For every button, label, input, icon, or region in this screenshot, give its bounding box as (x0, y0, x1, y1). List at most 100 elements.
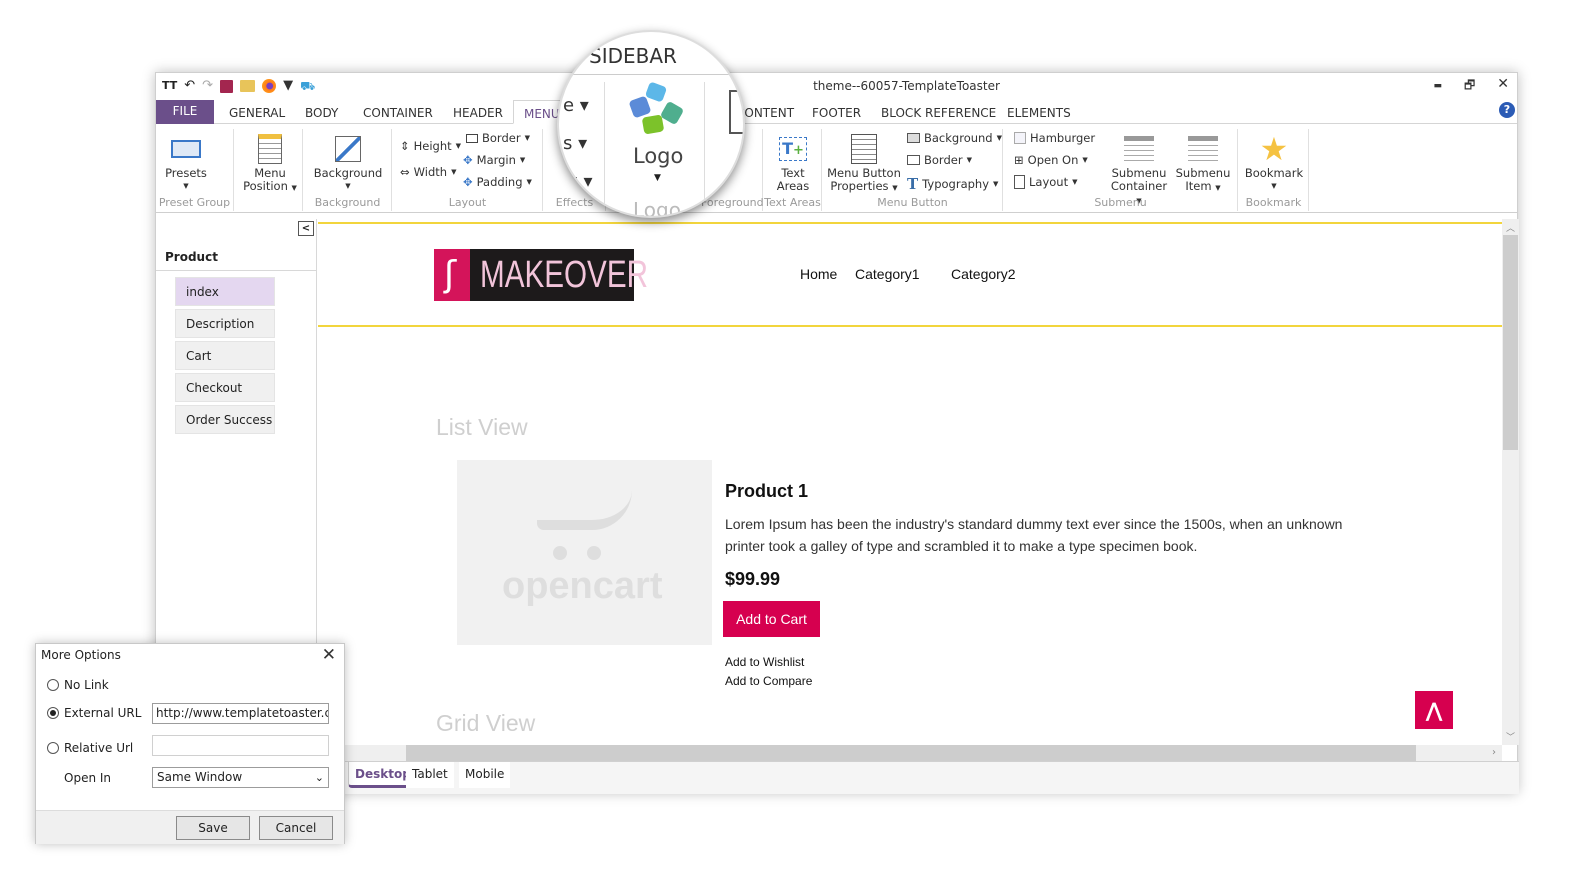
product-image[interactable]: opencart (457, 460, 712, 645)
height-icon: ⇕ (400, 139, 410, 153)
menu-button-group: Menu Button Properties ▼ Background ▼ Bor… (823, 129, 1003, 211)
collapse-sidebar-icon[interactable]: < (298, 221, 314, 236)
hamburger-label: Hamburger (1030, 131, 1096, 145)
vertical-scrollbar[interactable]: ︿ ﹀ (1502, 219, 1519, 745)
submenu-item-label-2: Item (1185, 179, 1212, 193)
menu-position-button[interactable]: Menu Position ▼ (239, 131, 301, 195)
tab-body[interactable]: BODY (305, 100, 338, 124)
tab-general[interactable]: GENERAL (229, 100, 285, 124)
horizontal-scrollbar[interactable]: › (318, 745, 1502, 761)
scroll-right-icon[interactable]: › (1492, 745, 1496, 761)
relative-url-radio[interactable] (47, 742, 59, 754)
site-logo[interactable]: ʃ MAKEOVER (434, 249, 648, 301)
open-in-label: Open In (64, 771, 112, 785)
ribbon-tabs: FILE GENERAL BODY CONTAINER HEADER MENU … (156, 100, 1517, 124)
bookmark-button[interactable]: ★ Bookmark ▼ (1243, 131, 1305, 193)
horizontal-scroll-thumb[interactable] (406, 745, 1416, 761)
foreground-group-label: Foreground (701, 196, 764, 209)
sidebar-item-checkout[interactable]: Checkout (175, 373, 275, 402)
border-label: Border (482, 131, 521, 145)
restore-icon[interactable]: 🗗 (1464, 76, 1475, 97)
add-to-compare-link[interactable]: Add to Compare (725, 674, 812, 688)
preset-group: Presets ▼ Preset Group (156, 129, 234, 211)
tab-file[interactable]: FILE (156, 100, 214, 124)
close-icon[interactable]: ✕ (1497, 76, 1509, 97)
sidebar-item-cart[interactable]: Cart (175, 341, 275, 370)
nav-category2[interactable]: Category2 (951, 266, 1016, 282)
external-url-input[interactable]: http://www.templatetoaster.com (152, 703, 329, 724)
sidebar-item-order-success[interactable]: Order Success (175, 405, 275, 434)
padding-button[interactable]: ✥ Padding ▼ (463, 175, 532, 189)
design-canvas[interactable]: ʃ MAKEOVER Home Category1 Category2 List… (318, 219, 1502, 745)
close-icon[interactable]: ✕ (322, 645, 336, 665)
text-areas-button[interactable]: T+ Text Areas (766, 131, 820, 193)
header-top-border (318, 222, 1502, 224)
margin-icon: ✥ (463, 153, 473, 167)
tab-block-reference[interactable]: BLOCK REFERENCE (881, 100, 996, 124)
vertical-scroll-thumb[interactable] (1503, 235, 1518, 450)
background-button[interactable]: Background ▼ (312, 131, 384, 193)
relative-url-input[interactable] (152, 735, 329, 756)
scroll-up-icon[interactable]: ︿ (1502, 221, 1519, 234)
tab-tablet[interactable]: Tablet (406, 762, 454, 788)
submenu-item-button[interactable]: Submenu Item ▼ (1174, 131, 1232, 195)
tab-header[interactable]: HEADER (453, 100, 503, 124)
menu-button-border-button[interactable]: Border ▼ (907, 153, 972, 167)
submenu-container-label-2: Container (1110, 179, 1168, 193)
presets-icon (171, 140, 201, 158)
help-icon[interactable]: ? (1499, 102, 1515, 118)
submenu-group-label: Submenu (1094, 196, 1147, 209)
product-name[interactable]: Product 1 (725, 481, 808, 502)
chevron-up-icon: ⋀ (1425, 698, 1443, 722)
checkbox-icon (1014, 132, 1026, 144)
external-url-radio[interactable] (47, 707, 59, 719)
dropdown-caret-icon: ▼ (654, 173, 661, 183)
presets-label: Presets (165, 166, 207, 180)
menu-button-background-button[interactable]: Background ▼ (907, 131, 1002, 145)
add-to-cart-button[interactable]: Add to Cart (723, 601, 820, 637)
scroll-to-top-button[interactable]: ⋀ (1415, 691, 1453, 729)
app-window: TT ↶ ↷ ▼ ⛟ theme--60057-TemplateToaster … (155, 72, 1519, 794)
sidebar-item-description[interactable]: Description (175, 309, 275, 338)
menu-button-properties-icon (851, 134, 877, 164)
dropdown-caret-icon: ▼ (183, 182, 189, 190)
tab-footer[interactable]: FOOTER (812, 100, 861, 124)
width-button[interactable]: ⇔ Width ▼ (400, 165, 456, 179)
submenu-layout-label: Layout (1029, 175, 1069, 189)
hamburger-checkbox[interactable]: Hamburger (1014, 131, 1095, 145)
divider (604, 82, 605, 212)
tab-mobile[interactable]: Mobile (459, 762, 511, 788)
submenu-layout-button[interactable]: Layout ▼ (1014, 175, 1077, 189)
minimize-icon[interactable]: ▬ (1433, 76, 1442, 97)
no-link-radio[interactable] (47, 679, 59, 691)
scroll-down-icon[interactable]: ﹀ (1502, 730, 1519, 743)
nav-home[interactable]: Home (800, 266, 837, 282)
border-button[interactable]: Border ▼ (466, 131, 530, 145)
menu-button-typography-button[interactable]: T Typography ▼ (907, 175, 998, 193)
logo-button-label[interactable]: Logo (633, 144, 683, 168)
logo-face-icon: ʃ (434, 249, 470, 301)
presets-button[interactable]: Presets ▼ (162, 131, 210, 193)
logo-text: MAKEOVER (480, 254, 649, 296)
save-button[interactable]: Save (176, 816, 250, 840)
add-to-wishlist-link[interactable]: Add to Wishlist (725, 655, 804, 669)
title-bar: TT ↶ ↷ ▼ ⛟ theme--60057-TemplateToaster … (156, 73, 1517, 99)
no-link-label: No Link (64, 678, 109, 692)
nav-category1[interactable]: Category1 (855, 266, 920, 282)
ribbon: Presets ▼ Preset Group Menu Position ▼ B… (156, 125, 1517, 213)
grid-view-title: Grid View (436, 710, 536, 736)
tab-container[interactable]: CONTAINER (363, 100, 433, 124)
open-on-button[interactable]: ⊞ Open On ▼ (1014, 153, 1088, 167)
margin-label: Margin (476, 153, 516, 167)
window-title-text: theme--60057-TemplateToaster (813, 79, 1000, 93)
cancel-button[interactable]: Cancel (259, 816, 333, 840)
tab-elements[interactable]: ELEMENTS (1007, 100, 1071, 124)
menu-button-properties-button[interactable]: Menu Button Properties ▼ (827, 131, 901, 195)
paintbrush-icon (335, 136, 361, 162)
height-button[interactable]: ⇕ Height ▼ (400, 139, 461, 153)
sidebar-item-index[interactable]: index (175, 277, 275, 306)
logo-group-label: Logo (633, 198, 681, 218)
cart-wheel-icon (587, 546, 601, 560)
open-in-select[interactable]: Same Window ⌄ (152, 767, 329, 788)
margin-button[interactable]: ✥ Margin ▼ (463, 153, 525, 167)
